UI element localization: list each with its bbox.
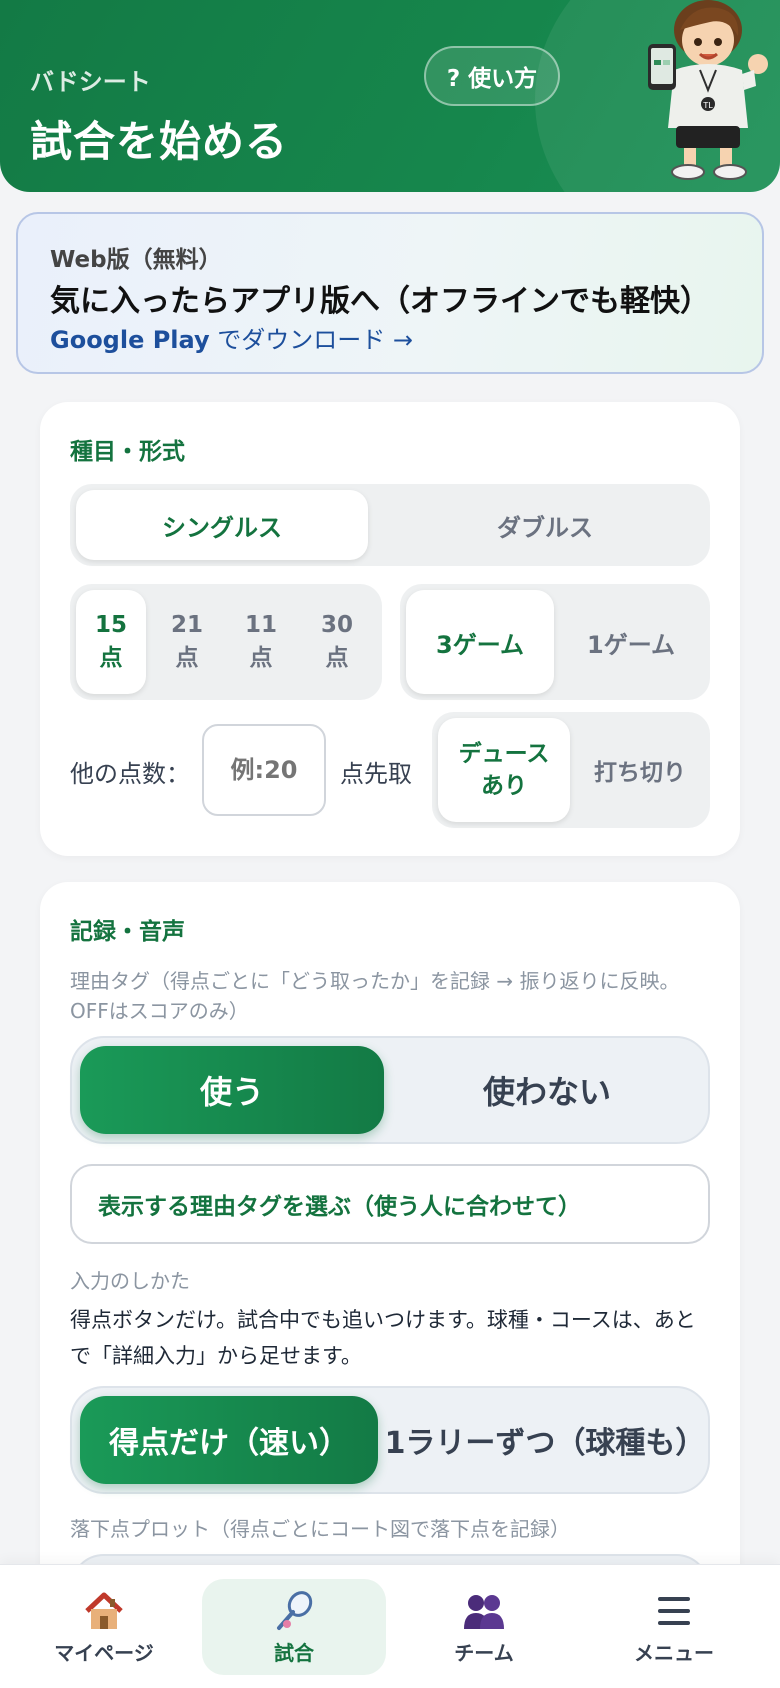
nav-label-match: 試合 — [274, 1640, 314, 1665]
input-option-score-only[interactable]: 得点だけ（速い） — [80, 1396, 378, 1484]
format-section-title: 種目・形式 — [70, 439, 185, 465]
format-card: 種目・形式 シングルス ダブルス 15 点 21 点 11 点 30 点 3ゲー… — [40, 402, 740, 856]
deuce-option-off[interactable]: 打ち切り — [576, 718, 704, 822]
other-points-suffix: 点先取 — [340, 760, 412, 788]
event-option-singles[interactable]: シングルス — [76, 490, 368, 560]
event-segmented-control: シングルス ダブルス — [70, 484, 710, 566]
drop-plot-hint: 落下点プロット（得点ごとにコート図で落下点を記録） — [70, 1517, 570, 1541]
choose-reason-tags-button[interactable]: 表示する理由タグを選ぶ（使う人に合わせて） — [70, 1164, 710, 1244]
reason-option-use[interactable]: 使う — [80, 1046, 384, 1134]
points-option-11[interactable]: 11 点 — [226, 590, 296, 694]
record-section-title: 記録・音声 — [70, 919, 185, 945]
points-option-30[interactable]: 30 点 — [302, 590, 372, 694]
other-points-input[interactable] — [202, 724, 326, 816]
deuce-option-on[interactable]: デュースあり — [438, 718, 570, 822]
reason-tag-hint: 理由タグ（得点ごとに「どう取ったか」を記録 → 振り返りに反映。OFFはスコアの… — [70, 969, 680, 1023]
promo-subtitle: Web版（無料） — [50, 247, 222, 273]
google-play-link[interactable]: Google Play でダウンロード → — [50, 320, 413, 355]
download-label: でダウンロード → — [209, 326, 414, 354]
bottom-navigation: マイページ 試合 チーム メニュー — [0, 1564, 780, 1688]
nav-label-menu: メニュー — [634, 1640, 714, 1665]
points-unit: 点 — [99, 645, 123, 671]
input-mode-description: 得点ボタンだけ。試合中でも追いつけます。球種・コースは、あとで「詳細入力」から足… — [70, 1308, 696, 1368]
nav-item-mypage[interactable]: マイページ — [12, 1579, 196, 1675]
games-option-3[interactable]: 3ゲーム — [406, 590, 554, 694]
menu-icon — [652, 1589, 696, 1633]
app-header: バドシート 試合を始める ? 使い方 TL — [0, 0, 780, 192]
deuce-segmented-control: デュースあり 打ち切り — [432, 712, 710, 828]
other-points-label: 他の点数： — [70, 760, 190, 788]
mascot-illustration: TL — [648, 0, 768, 180]
points-unit: 点 — [325, 645, 349, 671]
nav-label-team: チーム — [454, 1640, 514, 1665]
nav-item-menu[interactable]: メニュー — [582, 1579, 766, 1675]
points-value: 21 — [170, 612, 203, 638]
reason-tag-toggle: 使う 使わない — [70, 1036, 710, 1144]
input-mode-label: 入力のしかた — [70, 1269, 190, 1293]
points-option-15[interactable]: 15 点 — [76, 590, 146, 694]
nav-item-match[interactable]: 試合 — [202, 1579, 386, 1675]
house-icon — [82, 1589, 126, 1633]
games-segmented-control: 3ゲーム 1ゲーム — [400, 584, 710, 700]
points-segmented-control: 15 点 21 点 11 点 30 点 — [70, 584, 382, 700]
svg-text:TL: TL — [702, 101, 713, 110]
nav-label-mypage: マイページ — [54, 1640, 154, 1665]
points-unit: 点 — [249, 645, 273, 671]
event-option-doubles[interactable]: ダブルス — [390, 490, 700, 560]
racket-icon — [272, 1589, 316, 1633]
team-icon — [462, 1589, 506, 1633]
app-name: バドシート — [30, 68, 151, 96]
points-value: 15 — [94, 612, 127, 638]
nav-item-team[interactable]: チーム — [392, 1579, 576, 1675]
help-button[interactable]: ? 使い方 — [424, 46, 560, 106]
points-value: 30 — [320, 612, 353, 638]
page-title: 試合を始める — [30, 117, 289, 166]
input-mode-toggle: 得点だけ（速い） 1ラリーずつ（球種も） — [70, 1386, 710, 1494]
promo-headline: 気に入ったらアプリ版へ（オフラインでも軽快） — [50, 284, 710, 319]
points-option-21[interactable]: 21 点 — [152, 590, 222, 694]
reason-option-none[interactable]: 使わない — [392, 1046, 702, 1134]
input-option-per-rally[interactable]: 1ラリーずつ（球種も） — [382, 1396, 708, 1484]
games-option-1[interactable]: 1ゲーム — [558, 590, 704, 694]
google-play-label: Google Play — [50, 326, 210, 354]
points-unit: 点 — [175, 645, 199, 671]
app-promo-banner[interactable]: Web版（無料） 気に入ったらアプリ版へ（オフラインでも軽快） Google P… — [16, 212, 764, 374]
points-value: 11 — [244, 612, 277, 638]
